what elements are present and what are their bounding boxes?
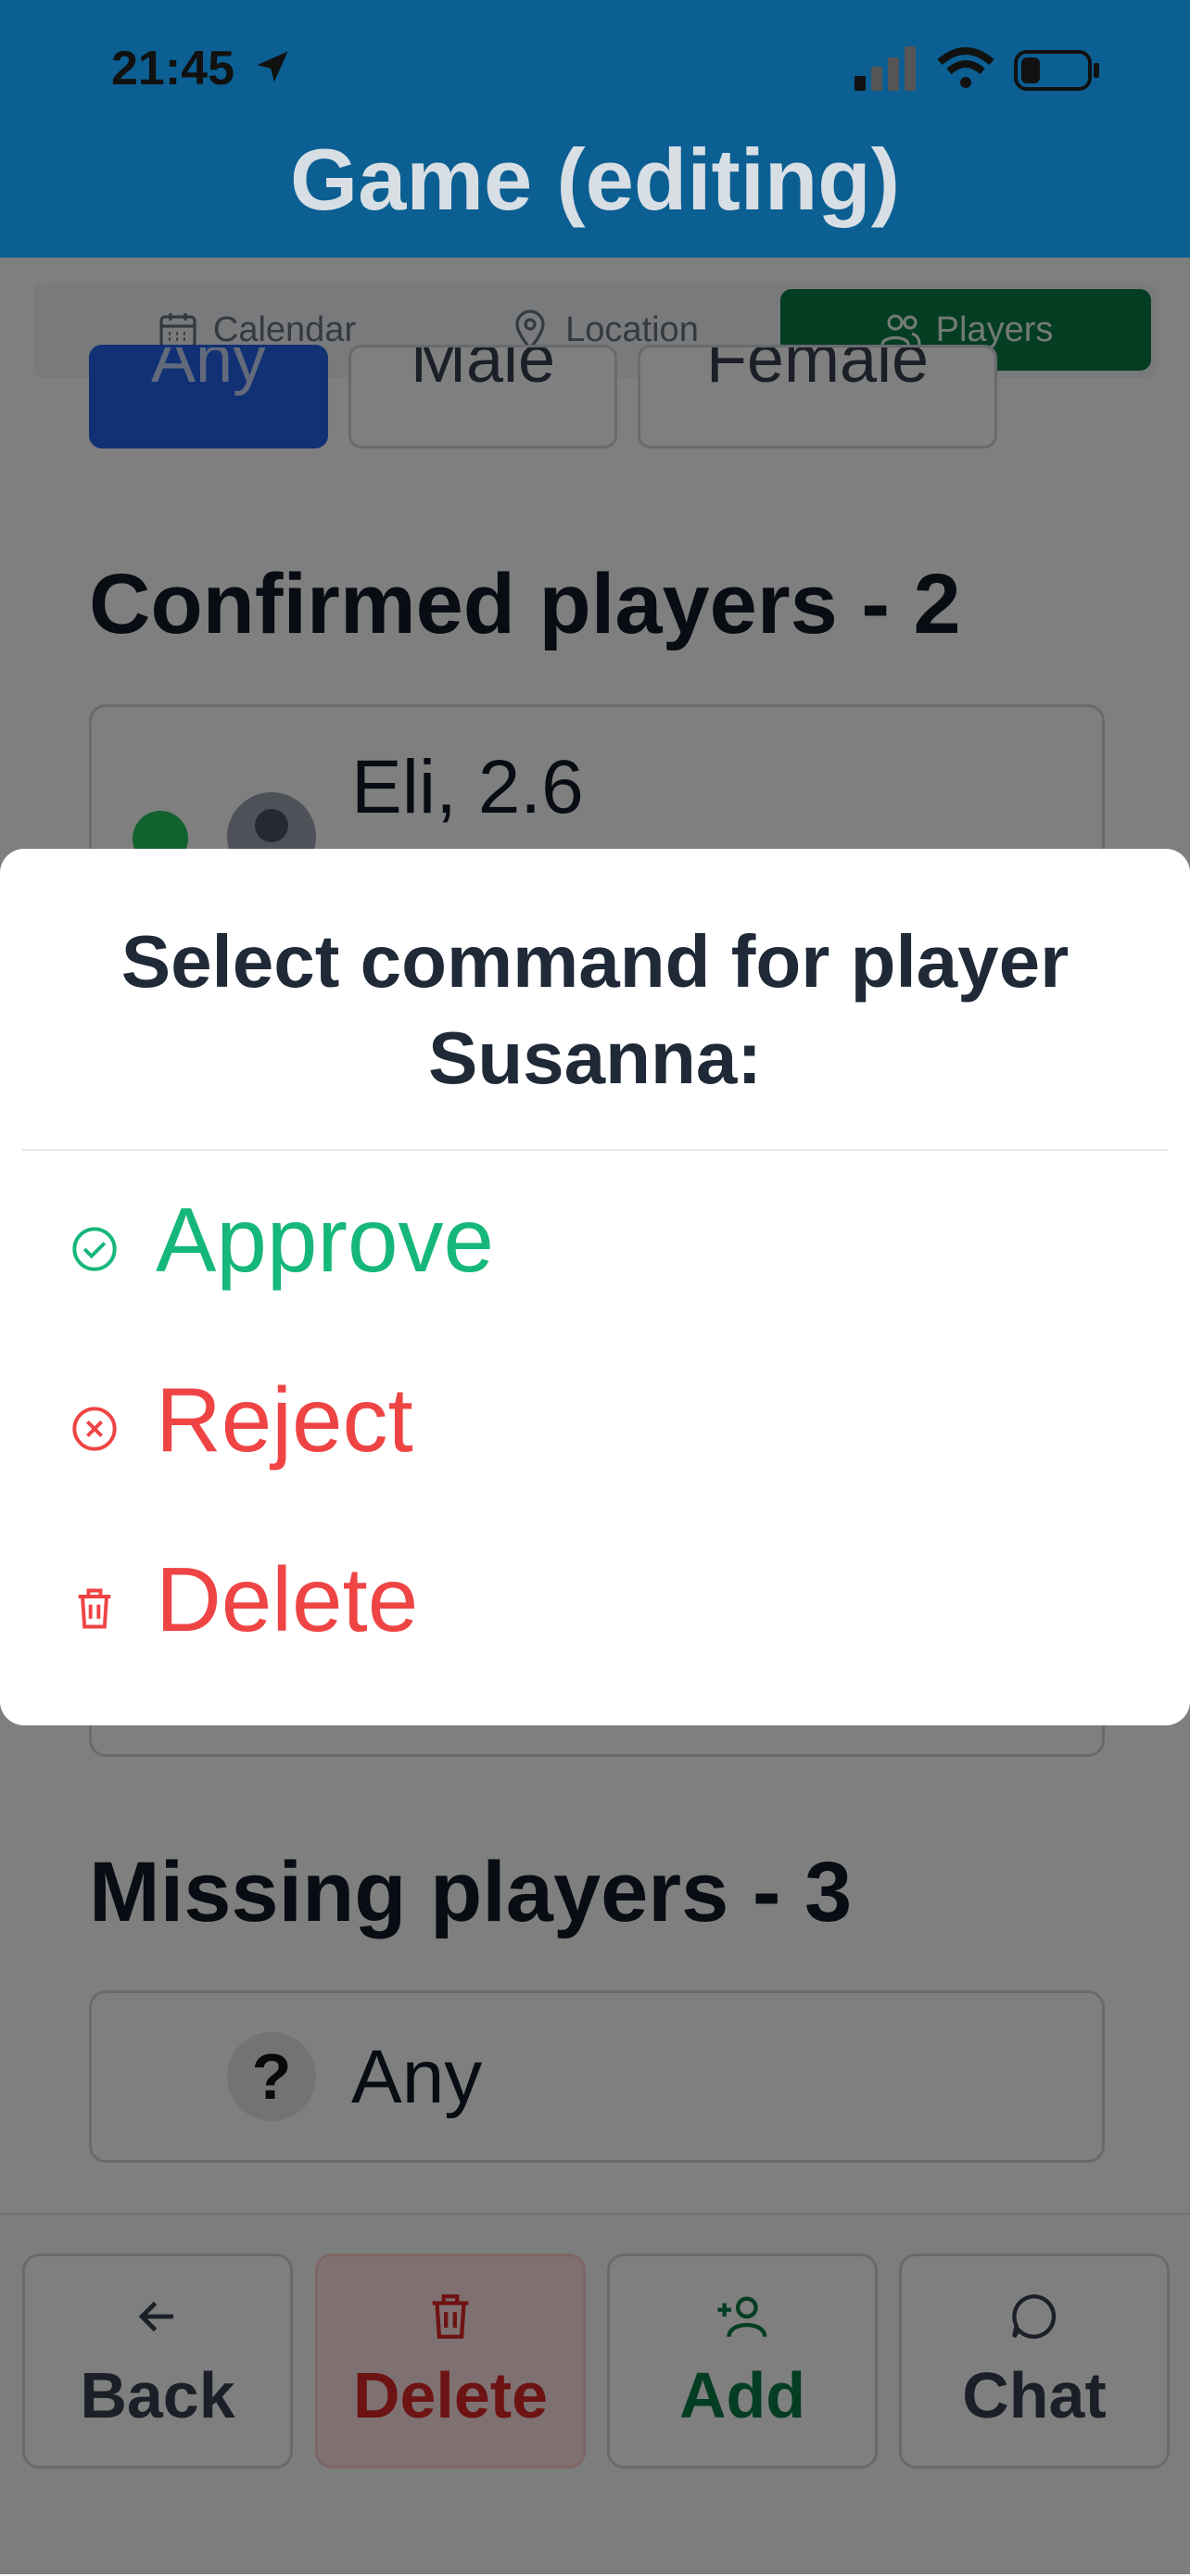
header: 21:45 Game (editing) [0, 0, 1190, 258]
reject-command[interactable]: Reject [0, 1351, 1190, 1509]
page-title: Game (editing) [289, 131, 901, 228]
battery-icon [1014, 50, 1099, 91]
x-circle-icon [72, 1407, 117, 1451]
delete-command[interactable]: Delete [0, 1531, 1190, 1688]
trash-icon [78, 1588, 111, 1629]
location-arrow-icon [257, 51, 288, 82]
player-command-dialog: Select command for player Susanna: Appro… [0, 849, 1190, 1725]
status-time: 21:45 [111, 42, 234, 95]
signal-icon [855, 46, 916, 91]
approve-command[interactable]: Approve [0, 1171, 1190, 1329]
wifi-icon [937, 47, 994, 88]
approve-label: Approve [156, 1189, 495, 1291]
dialog-title: Select command for player Susanna: [120, 920, 1070, 1099]
check-circle-icon [72, 1227, 117, 1271]
reject-label: Reject [156, 1369, 413, 1471]
dialog-divider [22, 1149, 1168, 1151]
app-root: 21:45 Game (editing) Calendar [0, 0, 1190, 2576]
delete-command-label: Delete [156, 1548, 419, 1650]
